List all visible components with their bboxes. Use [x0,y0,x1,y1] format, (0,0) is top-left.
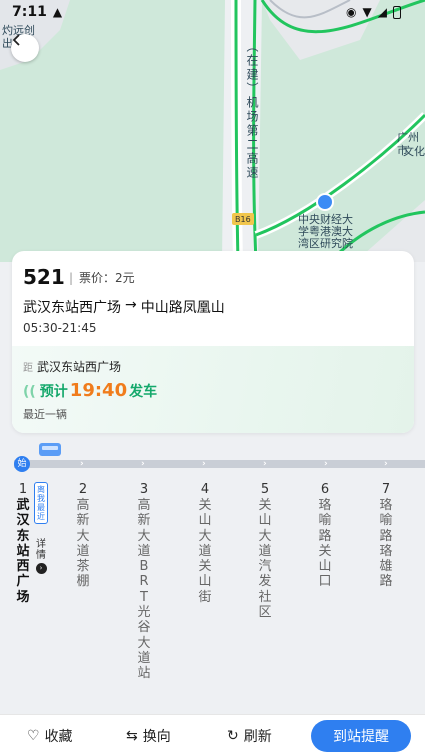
eta-panel[interactable]: 距 武汉东站西广场 (( 预计 19:40 发车 最近一辆 [12,346,414,433]
stop-item[interactable]: 3高新大道BRT光谷大道站 [134,482,154,682]
status-time: 7:11 [12,4,47,20]
route-number: 521 [23,265,65,289]
stop-number: 4 [200,482,210,497]
route-direction: 武汉东站西广场 → 中山路凤凰山 [23,297,225,317]
eta-subtitle: 最近一辆 [23,408,67,421]
favorite-label: 收藏 [44,729,73,745]
origin-station: 武汉东站西广场 [23,300,121,316]
arrival-reminder-button[interactable]: 到站提醒 [311,720,411,752]
poi-pin-icon[interactable] [316,193,334,211]
eta-station-row: 距 武汉东站西广场 [23,358,121,375]
favorite-button[interactable]: ♡ 收藏 [27,726,73,746]
eta-main: (( 预计 19:40 发车 [23,380,157,401]
stop-name: 关山大道汽发社区 [258,498,272,621]
stop-name: 珞喻路关山口 [318,498,332,590]
eta-suffix: 发车 [129,384,158,400]
chevron-left-icon [12,34,20,46]
stop-item[interactable]: 4关山大道关山街 [195,482,215,605]
stop-item[interactable]: 1武汉东站西广场 [13,482,33,605]
refresh-button[interactable]: ↻ 刷新 [227,726,272,746]
back-button[interactable] [11,34,39,62]
track-arrow-icon: › [324,459,328,469]
location-icon: ◉ [346,5,357,19]
map-label-expressway: （在建）机场第二高速 [245,40,259,180]
eta-prefix: 预计 [39,384,68,400]
map-canvas [0,0,425,262]
refresh-icon: ↻ [227,728,239,744]
signal-wave-icon: (( [23,384,36,400]
direction-arrow: → [125,297,137,313]
map-label-right-2: 文化 [403,145,425,158]
stop-name: 珞喻路珞雄路 [379,498,393,590]
stop-name: 关山大道关山街 [198,498,212,605]
map-label-poi-3: 湾区研究院 [298,237,353,250]
stop-item[interactable]: 7珞喻路珞雄路 [376,482,396,590]
fare-info: | 票价：2元 [69,271,135,285]
swap-icon: ⇆ [126,728,138,744]
route-track [14,460,425,468]
map-road-shield: B16 [235,215,251,224]
stop-number: 6 [320,482,330,497]
track-arrow-icon: › [202,459,206,469]
signal-icon: ◢ [377,5,387,19]
start-badge: 始 [14,456,30,472]
stop-number: 3 [139,482,149,497]
chevron-right-icon: › [35,563,47,574]
eta-station-name: 武汉东站西广场 [37,360,122,374]
stop-name: 武汉东站西广场 [16,498,30,605]
nearest-badge: 离我最近 [34,482,48,524]
bus-icon [39,443,61,456]
wifi-icon: ▼ [362,5,372,19]
bottom-action-bar: ♡ 收藏 ⇆ 换向 ↻ 刷新 到站提醒 [0,714,425,756]
stop-number: 1 [18,482,28,497]
detail-link[interactable]: 详情 › [34,539,48,574]
route-map[interactable]: 7:11 ▲ ◉ ▼ ◢ 灼远创 出 （在建）机场第二高速 B16 中央财经大 … [0,0,425,262]
status-bar: 7:11 ▲ ◉ ▼ ◢ [0,0,425,24]
operating-hours: 05:30-21:45 [23,321,97,335]
stop-number: 5 [260,482,270,497]
stop-name: 高新大道BRT光谷大道站 [137,498,151,682]
stop-name: 高新大道茶棚 [76,498,90,590]
switch-label: 换向 [142,729,171,745]
distance-tag: 距 [23,363,33,374]
status-icons: ◉ ▼ ◢ [346,5,401,19]
detail-label: 详情 [36,539,46,561]
stop-number: 7 [381,482,391,497]
stop-item[interactable]: 2高新大道茶棚 [73,482,93,590]
fare-text: 票价：2元 [79,271,135,285]
track-arrow-icon: › [141,459,145,469]
route-info-card: 521 | 票价：2元 武汉东站西广场 → 中山路凤凰山 05:30-21:45 … [12,251,414,433]
refresh-label: 刷新 [243,729,272,745]
stop-item[interactable]: 6珞喻路关山口 [315,482,335,590]
track-arrow-icon: › [263,459,267,469]
battery-icon [393,5,401,19]
eta-time: 19:40 [69,380,128,401]
stop-item[interactable]: 5关山大道汽发社区 [255,482,275,620]
stop-number: 2 [78,482,88,497]
track-arrow-icon: › [384,459,388,469]
track-arrow-icon: › [80,459,84,469]
switch-direction-button[interactable]: ⇆ 换向 [126,726,171,746]
destination-station: 中山路凤凰山 [140,300,225,316]
heart-icon: ♡ [27,728,40,744]
notification-icon: ▲ [52,5,63,19]
